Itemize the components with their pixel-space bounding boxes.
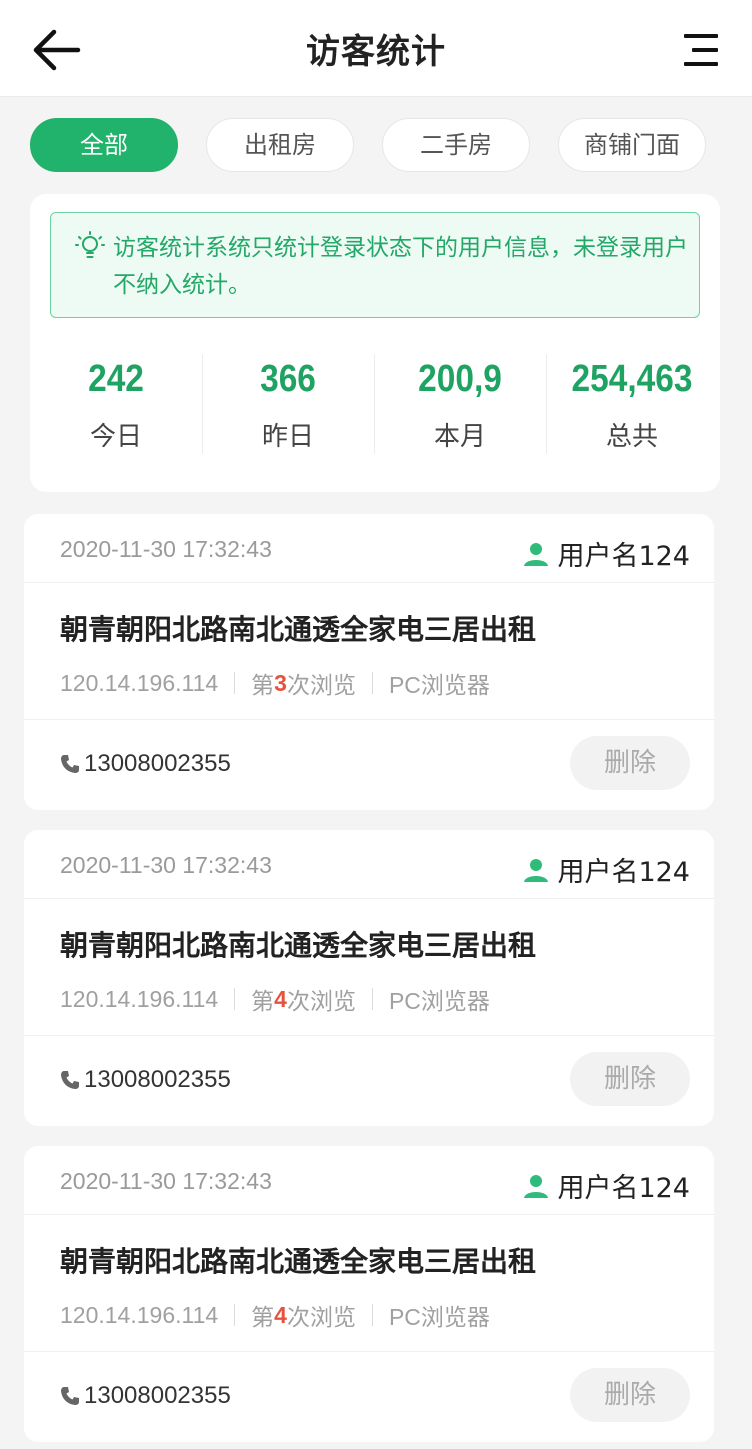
stat-label: 昨日 [261,422,314,452]
username: 用户名124 [557,857,690,888]
visit-count-suffix: 次浏览 [286,988,356,1014]
visitor-user: 用户名124 [523,850,690,889]
browser-type: PC浏览器 [388,672,490,698]
phone-text: 13008002355 [84,1382,231,1409]
visit-count-prefix: 第 [251,672,275,698]
visitor-user: 用户名124 [523,534,690,573]
phone-icon [61,755,79,773]
phone-text: 13008002355 [84,750,231,777]
divider [24,1214,714,1215]
username: 用户名124 [557,541,690,572]
visit-count-prefix: 第 [251,988,275,1014]
ip-address: 120.14.196.114 [60,669,219,696]
filter-chip-shop[interactable]: 商铺门面 [558,118,706,172]
filter-chip-second-hand[interactable]: 二手房 [382,118,530,172]
stat-total: 254,463 总共 [546,354,718,454]
delete-button[interactable]: 删除 [570,1368,690,1422]
divider [371,1304,373,1326]
divider [234,672,236,694]
phone-number[interactable]: 13008002355 [60,750,231,778]
visit-count: 4 [274,985,287,1012]
ip-address: 120.14.196.114 [60,985,219,1012]
menu-icon[interactable] [678,30,718,70]
visitor-stats-card: 访客统计系统只统计登录状态下的用户信息，未登录用户不纳入统计。 242 今日 3… [30,194,720,492]
divider [24,1351,714,1352]
property-title[interactable]: 朝青朝阳北路南北通透全家电三居出租 [60,608,536,648]
user-icon [524,858,549,882]
phone-text: 13008002355 [84,1066,231,1093]
browser-type: PC浏览器 [388,988,490,1014]
phone-number[interactable]: 13008002355 [60,1066,231,1094]
page-title: 访客统计 [306,32,446,72]
stat-value: 200,9 [418,358,502,400]
divider [371,988,373,1010]
stat-label: 今日 [89,422,142,452]
delete-button[interactable]: 删除 [570,736,690,790]
visit-count-prefix: 第 [251,1304,275,1330]
user-icon [524,1174,549,1198]
visit-count: 4 [274,1301,287,1328]
visitor-record: 2020-11-30 17:32:43 用户名124 朝青朝阳北路南北通透全家电… [24,1146,714,1442]
stat-yesterday: 366 昨日 [202,354,374,454]
divider [234,1304,236,1326]
stat-label: 本月 [433,422,486,452]
visit-meta: 120.14.196.114 第 3 次浏览 PC浏览器 [60,666,490,700]
phone-icon [61,1071,79,1089]
visitor-record: 2020-11-30 17:32:43 用户名124 朝青朝阳北路南北通透全家电… [24,514,714,810]
phone-icon [61,1387,79,1405]
stat-this-month: 200,9 本月 [374,354,546,454]
divider [24,719,714,720]
notice-banner: 访客统计系统只统计登录状态下的用户信息，未登录用户不纳入统计。 [50,212,700,318]
visit-time: 2020-11-30 17:32:43 [60,852,272,878]
divider [24,898,714,899]
notice-text: 访客统计系统只统计登录状态下的用户信息，未登录用户不纳入统计。 [113,235,688,298]
visit-meta: 120.14.196.114 第 4 次浏览 PC浏览器 [60,982,490,1016]
stat-value: 242 [88,358,144,400]
ip-address: 120.14.196.114 [60,1301,219,1328]
stat-label: 总共 [605,422,658,452]
lightbulb-icon [75,231,105,258]
browser-type: PC浏览器 [388,1304,490,1330]
visit-meta: 120.14.196.114 第 4 次浏览 PC浏览器 [60,1298,490,1332]
visit-count-suffix: 次浏览 [286,1304,356,1330]
filter-chip-rental[interactable]: 出租房 [206,118,354,172]
visit-count: 3 [274,669,287,696]
divider [371,672,373,694]
divider [24,1035,714,1036]
property-title[interactable]: 朝青朝阳北路南北通透全家电三居出租 [60,924,536,964]
category-filter-bar: 全部 出租房 二手房 商铺门面 [0,96,752,192]
username: 用户名124 [557,1173,690,1204]
stat-value: 254,463 [571,358,693,400]
phone-number[interactable]: 13008002355 [60,1382,231,1410]
divider [234,988,236,1010]
divider [24,582,714,583]
filter-chip-all[interactable]: 全部 [30,118,178,172]
top-bar: 访客统计 [0,0,752,97]
visit-time: 2020-11-30 17:32:43 [60,1168,272,1194]
visit-count-suffix: 次浏览 [286,672,356,698]
stat-value: 366 [260,358,316,400]
stat-today: 242 今日 [30,354,202,454]
visitor-user: 用户名124 [523,1166,690,1205]
delete-button[interactable]: 删除 [570,1052,690,1106]
user-icon [524,542,549,566]
property-title[interactable]: 朝青朝阳北路南北通透全家电三居出租 [60,1240,536,1280]
visitor-record: 2020-11-30 17:32:43 用户名124 朝青朝阳北路南北通透全家电… [24,830,714,1126]
visit-time: 2020-11-30 17:32:43 [60,536,272,562]
